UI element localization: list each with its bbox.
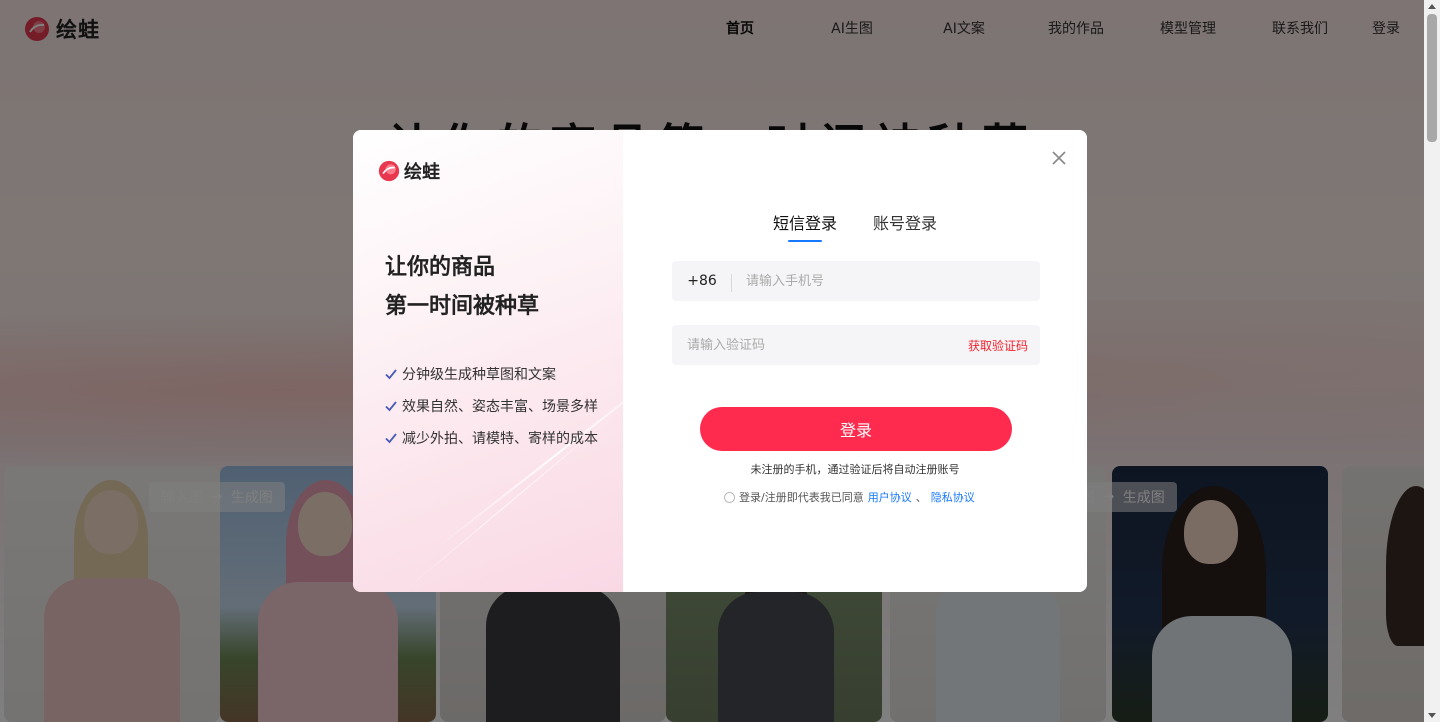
agreement-row: 登录/注册即代表我已同意 用户协议、隐私协议	[724, 489, 975, 505]
scroll-thumb[interactable]	[1427, 14, 1437, 142]
login-modal: 绘蛙 让你的商品 第一时间被种草 分钟级生成种草图和文案 效果自然、姿态丰富、场…	[353, 130, 1087, 592]
agreement-text: 登录/注册即代表我已同意	[739, 491, 864, 504]
login-tabs: 短信登录 账号登录	[623, 210, 1087, 242]
slogan-line: 让你的商品	[385, 255, 496, 280]
verification-code-field: 获取验证码	[672, 325, 1040, 365]
check-icon	[385, 369, 397, 380]
verification-code-input[interactable]	[672, 325, 952, 365]
close-icon[interactable]	[1051, 150, 1067, 166]
login-form-panel: 短信登录 账号登录 +86 获取验证码 登录 未注册的手机，通过验证后将自动注册…	[623, 130, 1087, 592]
logo-icon	[378, 160, 400, 182]
feature-item: 减少外拍、请模特、寄样的成本	[384, 422, 598, 454]
user-agreement-link[interactable]: 用户协议	[868, 489, 912, 505]
login-button[interactable]: 登录	[700, 407, 1012, 451]
feature-text: 减少外拍、请模特、寄样的成本	[402, 431, 598, 447]
get-code-button[interactable]: 获取验证码	[968, 337, 1028, 354]
tab-sms-login[interactable]: 短信登录	[773, 210, 837, 242]
scroll-up-icon[interactable]	[1428, 4, 1436, 9]
modal-brand: 绘蛙	[378, 158, 440, 184]
agreement-checkbox[interactable]	[724, 491, 735, 503]
check-icon	[385, 433, 397, 444]
check-icon	[385, 401, 397, 412]
feature-item: 分钟级生成种草图和文案	[384, 358, 598, 390]
page-scrollbar[interactable]	[1424, 0, 1440, 722]
feature-text: 效果自然、姿态丰富、场景多样	[402, 399, 598, 415]
privacy-agreement-link[interactable]: 隐私协议	[931, 489, 975, 505]
phone-input[interactable]	[732, 261, 1032, 301]
tab-account-login[interactable]: 账号登录	[873, 210, 937, 242]
country-code[interactable]: +86	[672, 273, 732, 292]
slogan-line: 第一时间被种草	[385, 294, 540, 319]
feature-item: 效果自然、姿态丰富、场景多样	[384, 390, 598, 422]
phone-field: +86	[672, 261, 1040, 301]
feature-list: 分钟级生成种草图和文案 效果自然、姿态丰富、场景多样 减少外拍、请模特、寄样的成…	[384, 358, 598, 454]
modal-promo-panel: 绘蛙 让你的商品 第一时间被种草 分钟级生成种草图和文案 效果自然、姿态丰富、场…	[353, 130, 623, 592]
scroll-down-icon[interactable]	[1428, 713, 1436, 718]
agreement-separator: 、	[915, 491, 927, 504]
promo-slogan: 让你的商品 第一时间被种草	[385, 248, 539, 326]
feature-text: 分钟级生成种草图和文案	[402, 367, 556, 383]
brand-name: 绘蛙	[404, 162, 440, 183]
auto-register-hint: 未注册的手机，通过验证后将自动注册账号	[750, 463, 960, 476]
